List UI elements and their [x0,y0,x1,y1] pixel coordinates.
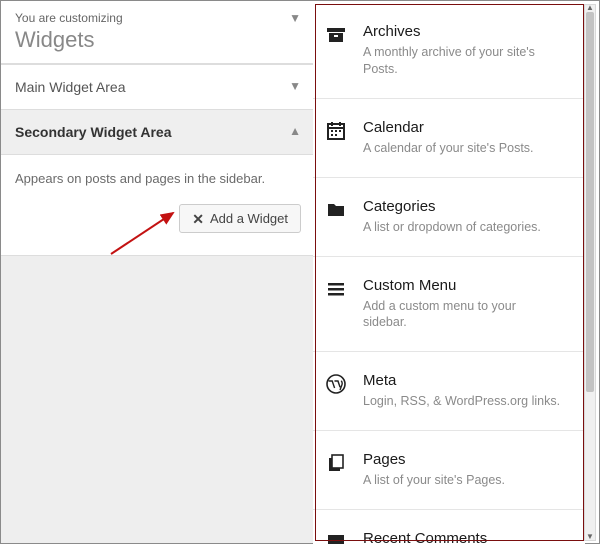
secondary-area-body: Appears on posts and pages in the sideba… [1,155,315,256]
widget-desc: A list of your site's Pages. [363,472,505,489]
archive-icon [325,23,347,78]
widget-title: Custom Menu [363,277,563,294]
add-widget-label: Add a Widget [210,211,288,226]
widget-item-calendar[interactable]: Calendar A calendar of your site's Posts… [313,99,585,178]
customizer-title: Widgets [15,27,301,53]
widget-title: Categories [363,198,541,215]
close-icon: ✕ [192,212,204,226]
scroll-up-icon[interactable]: ▲ [585,4,595,12]
widget-desc: Add a custom menu to your sidebar. [363,298,563,332]
secondary-area-description: Appears on posts and pages in the sideba… [15,171,301,186]
widget-title: Meta [363,372,560,389]
folder-icon [325,198,347,236]
widget-desc: A monthly archive of your site's Posts. [363,44,563,78]
chevron-down-icon: ▼ [289,11,301,25]
wordpress-icon [325,372,347,410]
chevron-down-icon: ▼ [289,79,301,93]
section-secondary-widget-area[interactable]: ▲ Secondary Widget Area [1,109,315,155]
widget-title: Archives [363,23,563,40]
widget-item-categories[interactable]: Categories A list or dropdown of categor… [313,178,585,257]
customizer-header[interactable]: ▼ You are customizing Widgets [1,1,315,64]
add-widget-button[interactable]: ✕ Add a Widget [179,204,301,233]
widget-title: Calendar [363,119,534,136]
comment-icon [325,530,347,544]
scrollbar-thumb[interactable] [586,12,594,392]
section-label: Secondary Widget Area [15,124,172,140]
widget-desc: A list or dropdown of categories. [363,219,541,236]
app-window: ▼ You are customizing Widgets ▼ Main Wid… [0,0,600,544]
customizer-subtitle: You are customizing [15,11,301,25]
widget-list: Archives A monthly archive of your site'… [313,1,585,544]
vertical-scrollbar[interactable]: ▲ ▼ [584,4,596,541]
chevron-up-icon: ▲ [289,124,301,138]
section-label: Main Widget Area [15,79,126,95]
section-main-widget-area[interactable]: ▼ Main Widget Area [1,64,315,110]
widget-item-custom-menu[interactable]: Custom Menu Add a custom menu to your si… [313,257,585,353]
calendar-icon [325,119,347,157]
widget-item-meta[interactable]: Meta Login, RSS, & WordPress.org links. [313,352,585,431]
widget-title: Pages [363,451,505,468]
pages-icon [325,451,347,489]
widget-picker-panel: Archives A monthly archive of your site'… [313,1,599,543]
scroll-down-icon[interactable]: ▼ [585,533,595,541]
widget-item-archives[interactable]: Archives A monthly archive of your site'… [313,1,585,99]
customizer-panel: ▼ You are customizing Widgets ▼ Main Wid… [1,1,315,543]
widget-title: Recent Comments [363,530,553,544]
widget-desc: Login, RSS, & WordPress.org links. [363,393,560,410]
widget-desc: A calendar of your site's Posts. [363,140,534,157]
widget-item-pages[interactable]: Pages A list of your site's Pages. [313,431,585,510]
menu-icon [325,277,347,332]
widget-item-recent-comments[interactable]: Recent Comments Your site's most recent … [313,510,585,544]
